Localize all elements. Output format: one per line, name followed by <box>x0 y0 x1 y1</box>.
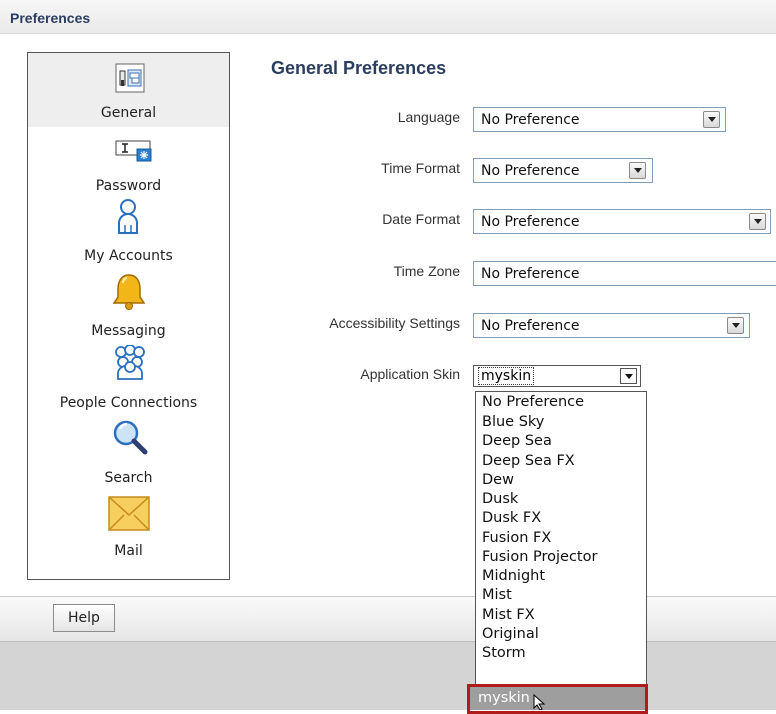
magnifier-icon <box>113 420 148 455</box>
accessibility-settings-value: No Preference <box>481 318 580 334</box>
dropdown-option[interactable]: Mist <box>482 587 512 606</box>
help-button[interactable]: Help <box>53 604 115 632</box>
date-format-value: No Preference <box>481 214 580 230</box>
dropdown-option[interactable]: Dusk FX <box>482 510 541 529</box>
password-icon <box>115 140 152 162</box>
sidebar-item-label: Messaging <box>91 323 166 339</box>
dropdown-option[interactable]: Dusk <box>482 491 518 510</box>
language-value: No Preference <box>481 112 580 128</box>
sidebar-item-messaging[interactable]: Messaging <box>28 271 229 345</box>
sidebar-item-label: Search <box>104 470 153 486</box>
bell-icon <box>112 274 146 310</box>
application-skin-dropdown: No Preference Blue Sky Deep Sea Deep Sea… <box>475 391 647 710</box>
footer-bar <box>0 596 776 642</box>
chevron-down-icon[interactable] <box>727 317 744 334</box>
chevron-down-icon[interactable] <box>629 162 646 179</box>
dropdown-option[interactable]: Dew <box>482 472 514 491</box>
user-icon <box>118 199 138 234</box>
dropdown-option[interactable]: Deep Sea <box>482 433 552 452</box>
dropdown-option[interactable]: Deep Sea FX <box>482 453 575 472</box>
time-format-select[interactable]: No Preference <box>473 158 653 183</box>
application-skin-select[interactable]: myskin <box>473 365 641 387</box>
sidebar-item-label: General <box>100 105 157 121</box>
application-skin-value: myskin <box>477 367 535 385</box>
language-label: Language <box>397 109 460 125</box>
accessibility-settings-select[interactable]: No Preference <box>473 313 750 338</box>
dropdown-option-highlighted[interactable]: myskin <box>478 690 530 706</box>
mouse-cursor-icon <box>533 694 546 710</box>
sidebar-item-my-accounts[interactable]: My Accounts <box>28 199 229 271</box>
time-zone-value: No Preference <box>481 266 580 282</box>
application-skin-label: Application Skin <box>360 366 460 382</box>
dropdown-option[interactable]: Storm <box>482 645 526 664</box>
date-format-label: Date Format <box>382 211 460 227</box>
title-bar: Preferences <box>0 0 776 34</box>
window-title: Preferences <box>10 10 91 26</box>
dropdown-option[interactable]: Original <box>482 626 539 645</box>
sidebar-item-password[interactable]: Password <box>28 133 229 199</box>
preferences-sidebar: General Password My Accounts Messaging P… <box>27 52 230 580</box>
time-zone-label: Time Zone <box>393 263 460 279</box>
dropdown-option[interactable]: Fusion Projector <box>482 549 597 568</box>
sidebar-item-general[interactable]: General <box>28 53 229 127</box>
dropdown-option[interactable]: Mist FX <box>482 607 535 626</box>
time-zone-select[interactable]: No Preference <box>473 261 776 286</box>
envelope-icon <box>108 496 150 531</box>
time-format-value: No Preference <box>481 163 580 179</box>
sidebar-item-label: Password <box>95 178 162 194</box>
accessibility-settings-label: Accessibility Settings <box>329 315 460 331</box>
sidebar-item-search[interactable]: Search <box>28 419 229 493</box>
chevron-down-icon[interactable] <box>703 111 720 128</box>
sidebar-item-label: People Connections <box>59 395 198 411</box>
general-settings-icon <box>115 63 145 93</box>
sidebar-item-label: Mail <box>114 543 143 559</box>
time-format-label: Time Format <box>381 160 460 176</box>
dropdown-option[interactable]: No Preference <box>482 394 584 413</box>
dropdown-option[interactable]: Fusion FX <box>482 530 551 549</box>
language-select[interactable]: No Preference <box>473 107 726 132</box>
dropdown-option[interactable]: Midnight <box>482 568 545 587</box>
sidebar-item-label: My Accounts <box>84 248 173 264</box>
people-icon <box>115 345 145 380</box>
dropdown-option[interactable]: Blue Sky <box>482 414 544 433</box>
chevron-down-icon[interactable] <box>749 213 766 230</box>
date-format-select[interactable]: No Preference <box>473 209 771 234</box>
sidebar-item-people-connections[interactable]: People Connections <box>28 345 229 419</box>
chevron-down-icon[interactable] <box>620 368 637 384</box>
sidebar-item-mail[interactable]: Mail <box>28 493 229 567</box>
page-title: General Preferences <box>271 58 447 78</box>
